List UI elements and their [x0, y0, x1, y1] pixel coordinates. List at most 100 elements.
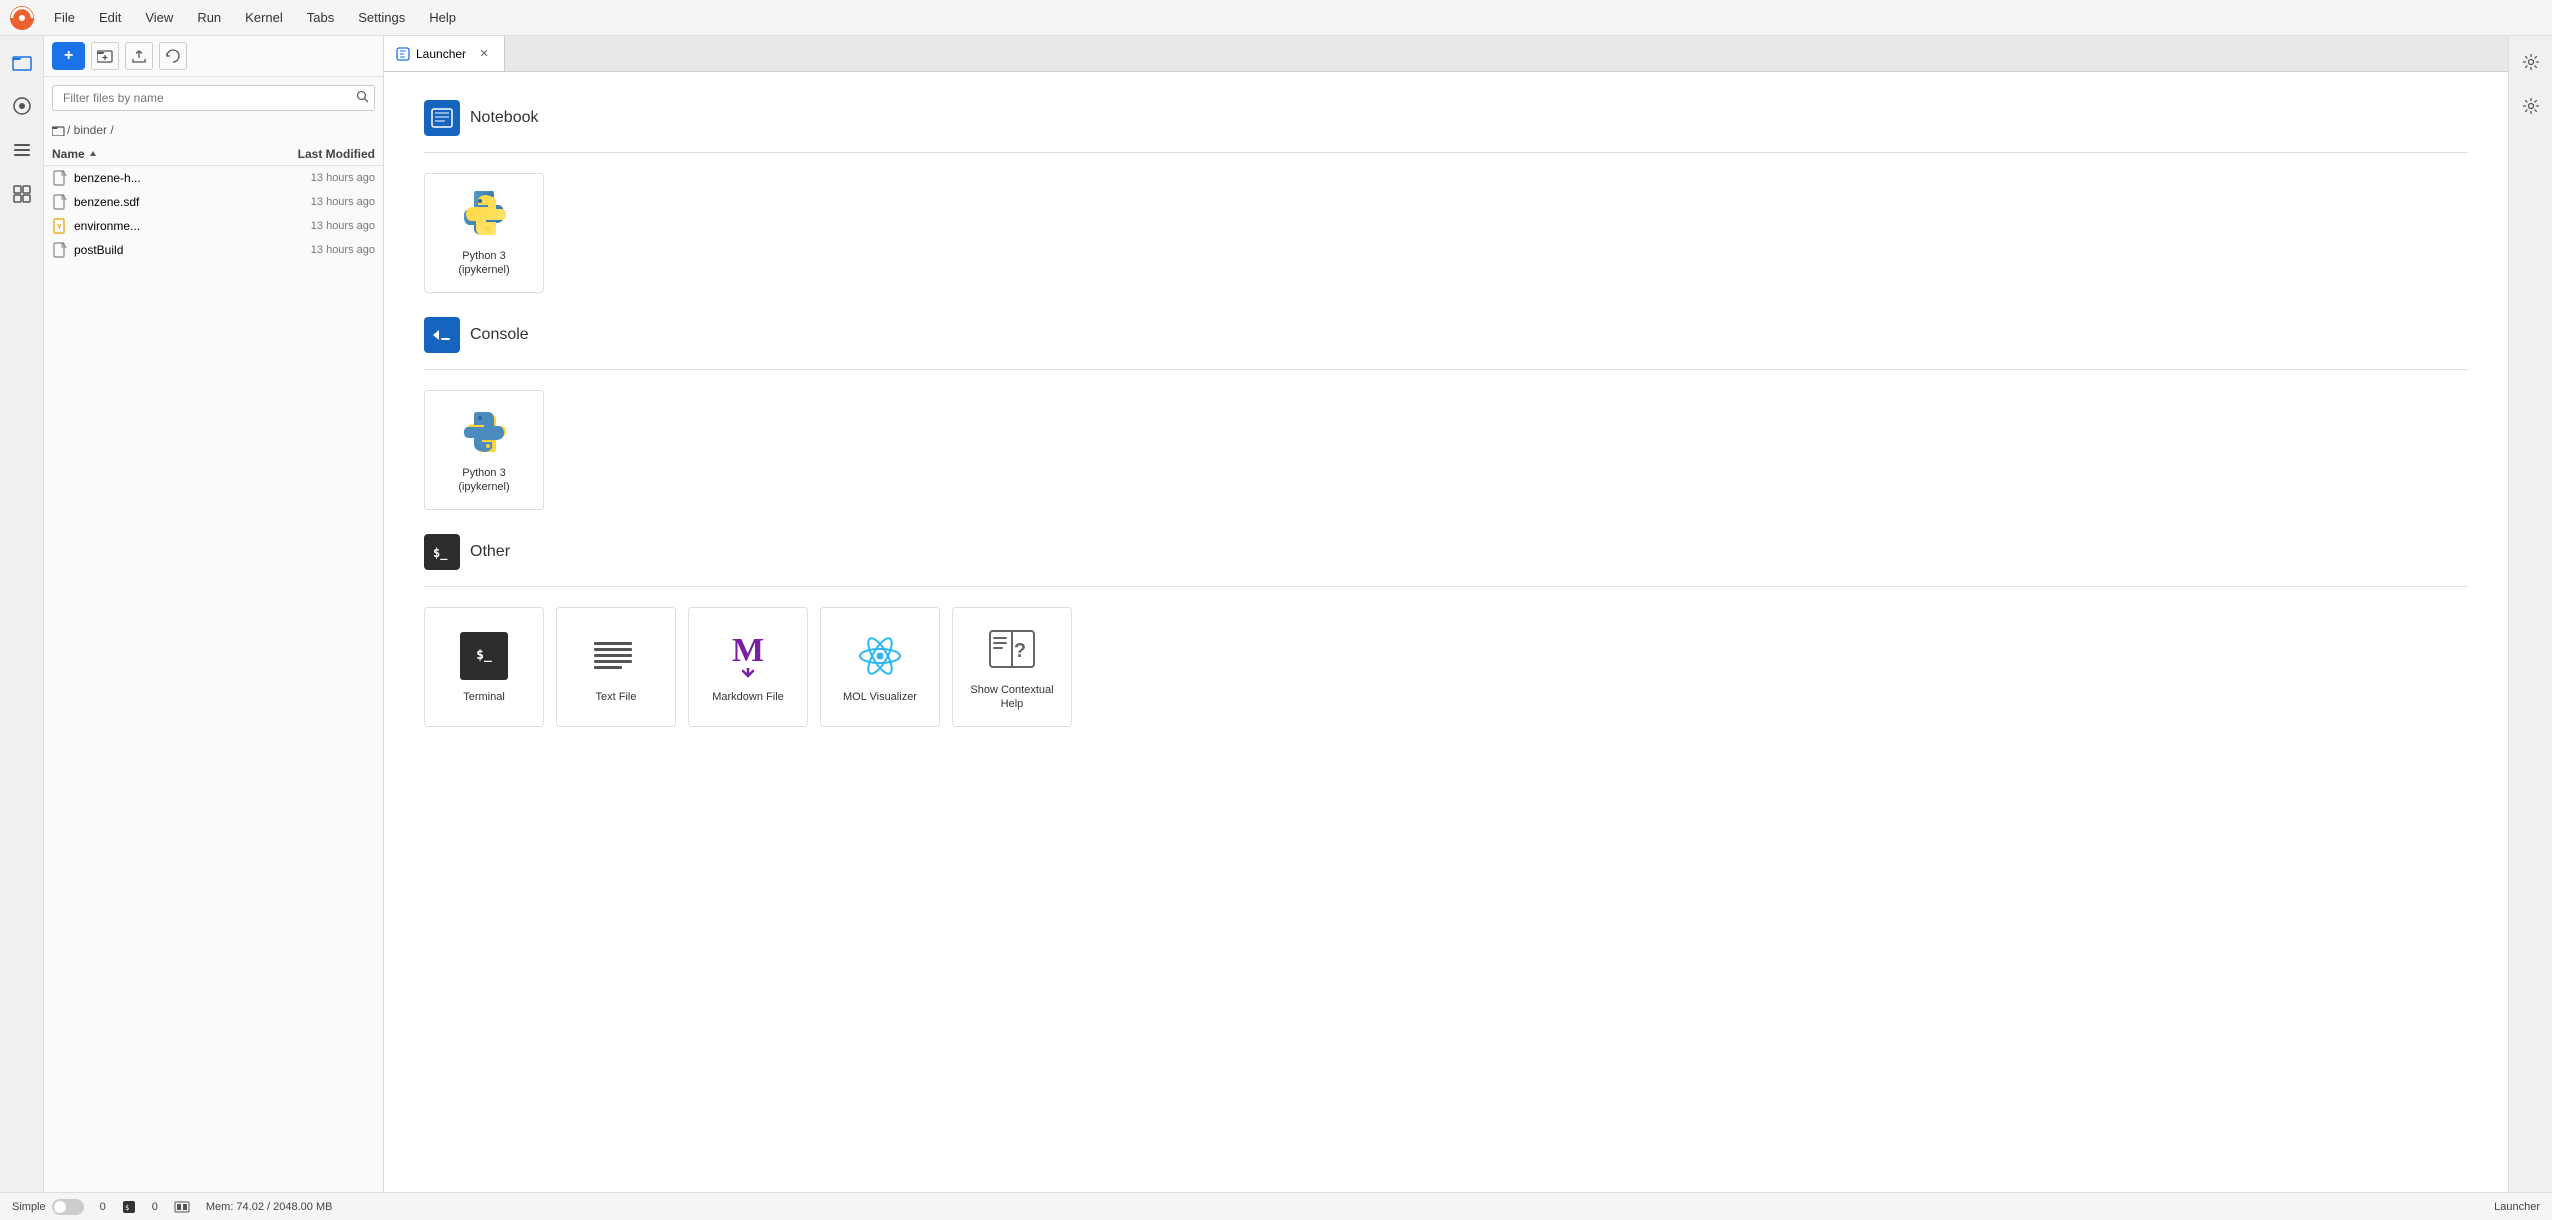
launcher-content: Notebook	[384, 72, 2508, 1192]
file-name-3: postBuild	[74, 243, 245, 257]
svg-text:$: $	[125, 1204, 129, 1212]
new-button[interactable]: + +	[52, 42, 85, 70]
contextual-help-card[interactable]: ? Show Contextual Help	[952, 607, 1072, 727]
status-right-label: Launcher	[2494, 1201, 2540, 1213]
puzzle-icon	[12, 184, 32, 204]
console-divider	[424, 369, 2468, 370]
new-folder-icon	[97, 49, 113, 63]
console-grid: Python 3 (ipykernel)	[424, 390, 2468, 510]
circle-icon	[12, 96, 32, 116]
console-section-title: Console	[470, 326, 529, 344]
markdown-card[interactable]: M Markdown File	[688, 607, 808, 727]
section-header-other: $_ Other	[424, 534, 2468, 570]
console-section-icon	[424, 317, 460, 353]
search-bar	[52, 85, 375, 111]
file-item-environment[interactable]: Y environme... 13 hours ago	[44, 214, 383, 238]
file-name-0: benzene-h...	[74, 171, 245, 185]
textfile-card[interactable]: Text File	[556, 607, 676, 727]
sidebar: + +	[44, 36, 384, 1192]
sort-icon	[88, 149, 98, 159]
file-list-header: Name Last Modified	[44, 143, 383, 166]
refresh-button[interactable]	[159, 42, 187, 70]
help-svg: ?	[988, 625, 1036, 673]
file-name-1: benzene.sdf	[74, 195, 245, 209]
main-layout: + +	[0, 36, 2552, 1192]
other-grid: $_ Terminal Text F	[424, 607, 2468, 727]
upload-button[interactable]	[125, 42, 153, 70]
file-name-2: environme...	[74, 219, 245, 233]
terminal-card[interactable]: $_ Terminal	[424, 607, 544, 727]
mol-icon	[854, 630, 906, 682]
content-area: Launcher ✕ Notebook	[384, 36, 2508, 1192]
notebook-divider	[424, 152, 2468, 153]
mode-toggle: Simple	[12, 1199, 84, 1215]
status-counter2: 0	[152, 1201, 158, 1213]
column-name[interactable]: Name	[52, 147, 245, 161]
terminal-status-icon: $	[122, 1200, 136, 1214]
terminal-icon: $_	[458, 630, 510, 682]
file-modified-0: 13 hours ago	[245, 172, 375, 184]
menu-run[interactable]: Run	[187, 6, 231, 29]
file-modified-3: 13 hours ago	[245, 244, 375, 256]
file-modified-1: 13 hours ago	[245, 196, 375, 208]
terminal-section-icon: $_	[431, 542, 453, 562]
memory-usage: Mem: 74.02 / 2048.00 MB	[206, 1201, 333, 1213]
section-header-notebook: Notebook	[424, 100, 2468, 136]
textfile-icon	[590, 630, 642, 682]
launcher-tab-icon	[396, 47, 410, 61]
other-section-icon: $_	[424, 534, 460, 570]
menubar: File Edit View Run Kernel Tabs Settings …	[0, 0, 2552, 36]
activity-git[interactable]	[4, 132, 40, 168]
menu-kernel[interactable]: Kernel	[235, 6, 293, 29]
search-submit-button[interactable]	[356, 90, 369, 106]
menu-edit[interactable]: Edit	[89, 6, 131, 29]
notebook-icon	[431, 108, 453, 128]
right-settings-top[interactable]	[2513, 44, 2549, 80]
file-modified-2: 13 hours ago	[245, 220, 375, 232]
activity-files[interactable]	[4, 44, 40, 80]
new-folder-button[interactable]	[91, 42, 119, 70]
file-item-benzene-sdf[interactable]: benzene.sdf 13 hours ago	[44, 190, 383, 214]
svg-text:?: ?	[1014, 640, 1026, 662]
menu-tabs[interactable]: Tabs	[297, 6, 344, 29]
svg-text:Y: Y	[57, 224, 62, 231]
notebook-section-icon	[424, 100, 460, 136]
sidebar-toolbar: + +	[44, 36, 383, 77]
notebook-python3-card[interactable]: Python 3 (ipykernel)	[424, 173, 544, 293]
menu-help[interactable]: Help	[419, 6, 466, 29]
tab-close-button[interactable]: ✕	[476, 46, 492, 62]
file-item-benzene-h[interactable]: benzene-h... 13 hours ago	[44, 166, 383, 190]
file-item-postbuild[interactable]: postBuild 13 hours ago	[44, 238, 383, 262]
refresh-icon	[165, 49, 181, 63]
memory-icon	[174, 1200, 190, 1214]
column-modified[interactable]: Last Modified	[245, 147, 375, 161]
markdown-icon: M	[722, 630, 774, 682]
mol-visualizer-card[interactable]: MOL Visualizer	[820, 607, 940, 727]
simple-toggle[interactable]	[52, 1199, 84, 1215]
terminal-label: Terminal	[463, 690, 505, 704]
yaml-icon: Y	[52, 218, 68, 234]
search-icon	[356, 90, 369, 103]
folder-breadcrumb-icon	[52, 125, 65, 136]
other-section-title: Other	[470, 543, 510, 561]
plus-icon: +	[64, 47, 73, 65]
breadcrumb-path: / binder /	[67, 123, 114, 137]
activity-search[interactable]	[4, 88, 40, 124]
text-line-3	[594, 654, 632, 657]
tab-launcher[interactable]: Launcher ✕	[384, 36, 505, 71]
notebook-section-title: Notebook	[470, 109, 539, 127]
menu-file[interactable]: File	[44, 6, 85, 29]
markdown-m: M	[732, 634, 764, 668]
activity-extensions[interactable]	[4, 176, 40, 212]
activity-bar	[0, 36, 44, 1192]
status-counter1: 0	[100, 1201, 106, 1213]
folder-icon	[12, 52, 32, 72]
gear-icon-top	[2522, 53, 2540, 71]
search-input[interactable]	[52, 85, 375, 111]
right-settings-bottom[interactable]	[2513, 88, 2549, 124]
breadcrumb: / binder /	[44, 119, 383, 143]
list-icon	[12, 140, 32, 160]
menu-settings[interactable]: Settings	[348, 6, 415, 29]
menu-view[interactable]: View	[135, 6, 183, 29]
console-python3-card[interactable]: Python 3 (ipykernel)	[424, 390, 544, 510]
